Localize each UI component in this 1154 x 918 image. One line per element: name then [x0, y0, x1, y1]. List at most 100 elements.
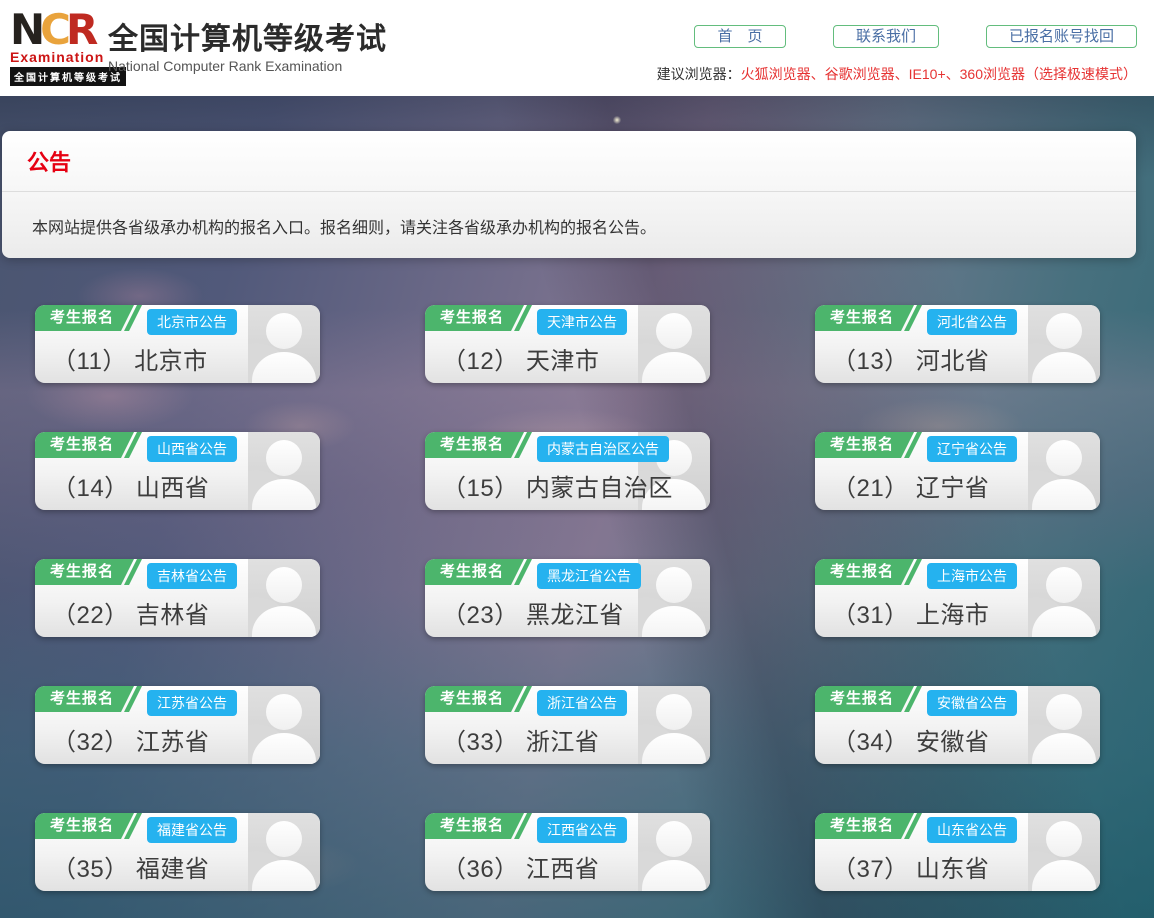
- province-announcement-button[interactable]: 山西省公告: [147, 436, 237, 462]
- province-card[interactable]: 考生报名 内蒙古自治区公告 （15） 内蒙古自治区: [425, 432, 710, 510]
- province-card-title: （36） 江西省: [442, 849, 599, 884]
- province-announcement-button[interactable]: 上海市公告: [927, 563, 1017, 589]
- avatar-head: [656, 313, 692, 349]
- ribbon-label: 考生报名: [830, 309, 894, 326]
- ribbon-label: 考生报名: [830, 817, 894, 834]
- province-card-title: （33） 浙江省: [442, 722, 599, 757]
- province-card[interactable]: 考生报名 黑龙江省公告 （23） 黑龙江省: [425, 559, 710, 637]
- candidate-registration-ribbon: 考生报名: [35, 305, 142, 331]
- avatar-icon: [1028, 432, 1100, 510]
- avatar-icon: [248, 432, 320, 510]
- candidate-registration-ribbon: 考生报名: [815, 432, 922, 458]
- avatar-icon: [1028, 559, 1100, 637]
- province-card[interactable]: 考生报名 山西省公告 （14） 山西省: [35, 432, 320, 510]
- province-card[interactable]: 考生报名 江西省公告 （36） 江西省: [425, 813, 710, 891]
- avatar-head: [266, 567, 302, 603]
- nav-contact-button[interactable]: 联系我们: [833, 25, 939, 48]
- province-card-title: （14） 山西省: [52, 468, 209, 503]
- avatar-icon: [248, 559, 320, 637]
- province-card[interactable]: 考生报名 河北省公告 （13） 河北省: [815, 305, 1100, 383]
- province-announcement-button[interactable]: 北京市公告: [147, 309, 237, 335]
- nav-account-recovery-button[interactable]: 已报名账号找回: [986, 25, 1137, 48]
- ribbon-label: 考生报名: [440, 817, 504, 834]
- province-card[interactable]: 考生报名 天津市公告 （12） 天津市: [425, 305, 710, 383]
- candidate-registration-ribbon: 考生报名: [815, 813, 922, 839]
- candidate-registration-ribbon: 考生报名: [35, 559, 142, 585]
- ribbon-label: 考生报名: [50, 436, 114, 453]
- province-card-title: （11） 北京市: [52, 341, 208, 376]
- province-card[interactable]: 考生报名 北京市公告 （11） 北京市: [35, 305, 320, 383]
- province-card[interactable]: 考生报名 浙江省公告 （33） 浙江省: [425, 686, 710, 764]
- province-announcement-button[interactable]: 天津市公告: [537, 309, 627, 335]
- province-card-title: （22） 吉林省: [52, 595, 209, 630]
- province-card[interactable]: 考生报名 福建省公告 （35） 福建省: [35, 813, 320, 891]
- ribbon-label: 考生报名: [440, 690, 504, 707]
- avatar-head: [1046, 313, 1082, 349]
- browser-suggestion-label: 建议浏览器：: [657, 66, 741, 82]
- province-announcement-button[interactable]: 河北省公告: [927, 309, 1017, 335]
- browser-suggestion-list: 火狐浏览器、谷歌浏览器、IE10+、360浏览器（选择极速模式）: [741, 66, 1137, 82]
- province-announcement-button[interactable]: 黑龙江省公告: [537, 563, 641, 589]
- province-announcement-button[interactable]: 安徽省公告: [927, 690, 1017, 716]
- candidate-registration-ribbon: 考生报名: [425, 432, 532, 458]
- avatar-icon: [638, 813, 710, 891]
- logo-letter-c: C: [40, 5, 66, 54]
- province-card[interactable]: 考生报名 山东省公告 （37） 山东省: [815, 813, 1100, 891]
- avatar-icon: [248, 813, 320, 891]
- candidate-registration-ribbon: 考生报名: [815, 686, 922, 712]
- ribbon-label: 考生报名: [440, 309, 504, 326]
- province-card-title: （12） 天津市: [442, 341, 599, 376]
- ribbon-label: 考生报名: [830, 436, 894, 453]
- site-title-group: 全国计算机等级考试 National Computer Rank Examina…: [108, 24, 387, 74]
- province-card-title: （21） 辽宁省: [832, 468, 989, 503]
- avatar-icon: [638, 686, 710, 764]
- province-announcement-button[interactable]: 江西省公告: [537, 817, 627, 843]
- province-card[interactable]: 考生报名 吉林省公告 （22） 吉林省: [35, 559, 320, 637]
- ncre-logo: NCR Examination 全国计算机等级考试: [10, 10, 110, 88]
- province-card-grid: 考生报名 北京市公告 （11） 北京市 考生报名 天津市公告 （12） 天津市 …: [35, 305, 1100, 891]
- site-title: 全国计算机等级考试: [108, 24, 387, 56]
- ribbon-label: 考生报名: [50, 690, 114, 707]
- ribbon-label: 考生报名: [50, 563, 114, 580]
- province-announcement-button[interactable]: 山东省公告: [927, 817, 1017, 843]
- logo-letter-r: R: [66, 5, 93, 54]
- province-announcement-button[interactable]: 辽宁省公告: [927, 436, 1017, 462]
- browser-suggestion: 建议浏览器：火狐浏览器、谷歌浏览器、IE10+、360浏览器（选择极速模式）: [657, 64, 1137, 84]
- avatar-head: [266, 821, 302, 857]
- province-card[interactable]: 考生报名 江苏省公告 （32） 江苏省: [35, 686, 320, 764]
- province-card-title: （32） 江苏省: [52, 722, 209, 757]
- avatar-icon: [638, 305, 710, 383]
- ribbon-label: 考生报名: [830, 563, 894, 580]
- ribbon-label: 考生报名: [830, 690, 894, 707]
- province-card-title: （34） 安徽省: [832, 722, 989, 757]
- province-announcement-button[interactable]: 浙江省公告: [537, 690, 627, 716]
- province-announcement-button[interactable]: 内蒙古自治区公告: [537, 436, 669, 462]
- site-header: NCR Examination 全国计算机等级考试 全国计算机等级考试 Nati…: [0, 0, 1154, 96]
- notice-title-row: 公告: [2, 131, 1136, 192]
- ribbon-label: 考生报名: [50, 817, 114, 834]
- avatar-icon: [248, 305, 320, 383]
- ncr-logo-letters: NCR: [10, 10, 110, 50]
- nav-home-button[interactable]: 首 页: [694, 25, 786, 48]
- province-card-title: （37） 山东省: [832, 849, 989, 884]
- province-card[interactable]: 考生报名 上海市公告 （31） 上海市: [815, 559, 1100, 637]
- province-card-title: （23） 黑龙江省: [442, 595, 624, 630]
- candidate-registration-ribbon: 考生报名: [425, 305, 532, 331]
- candidate-registration-ribbon: 考生报名: [425, 813, 532, 839]
- province-announcement-button[interactable]: 吉林省公告: [147, 563, 237, 589]
- avatar-head: [656, 821, 692, 857]
- avatar-icon: [248, 686, 320, 764]
- avatar-head: [266, 694, 302, 730]
- logo-examination-text: Examination: [10, 50, 110, 65]
- candidate-registration-ribbon: 考生报名: [815, 559, 922, 585]
- avatar-head: [656, 567, 692, 603]
- province-card[interactable]: 考生报名 辽宁省公告 （21） 辽宁省: [815, 432, 1100, 510]
- province-card[interactable]: 考生报名 安徽省公告 （34） 安徽省: [815, 686, 1100, 764]
- avatar-head: [1046, 821, 1082, 857]
- province-announcement-button[interactable]: 江苏省公告: [147, 690, 237, 716]
- candidate-registration-ribbon: 考生报名: [35, 686, 142, 712]
- notice-body-text: 本网站提供各省级承办机构的报名入口。报名细则，请关注各省级承办机构的报名公告。: [2, 192, 1136, 238]
- province-card-title: （13） 河北省: [832, 341, 989, 376]
- avatar-head: [656, 694, 692, 730]
- province-announcement-button[interactable]: 福建省公告: [147, 817, 237, 843]
